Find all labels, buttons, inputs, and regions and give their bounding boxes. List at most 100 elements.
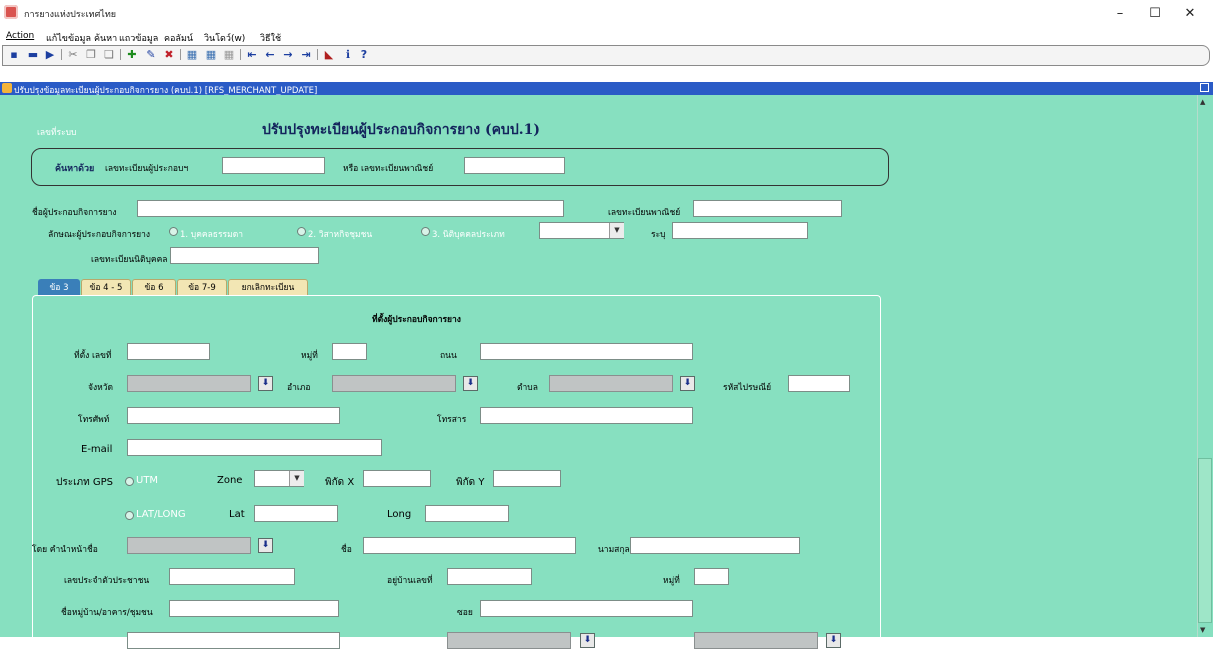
- chevron-down-icon[interactable]: ▼: [609, 223, 624, 238]
- province-input[interactable]: [127, 375, 251, 392]
- zone-label: Zone: [217, 475, 243, 486]
- paste-icon[interactable]: ❏: [102, 48, 116, 61]
- operator-type-community-radio[interactable]: [297, 227, 306, 236]
- soi-input[interactable]: [480, 600, 693, 617]
- menu-edit[interactable]: แก้ไข: [46, 31, 68, 45]
- query-cancel-icon[interactable]: ▦: [222, 48, 236, 61]
- prefix-lov-button[interactable]: ⬇: [258, 538, 273, 553]
- lat-input[interactable]: [254, 505, 338, 522]
- help-icon[interactable]: ?: [357, 48, 371, 61]
- exit-icon[interactable]: ▶: [43, 48, 57, 61]
- last-record-icon[interactable]: ⇥: [299, 48, 313, 61]
- province-lov-button[interactable]: ⬇: [258, 376, 273, 391]
- district-label: อำเภอ: [287, 383, 311, 393]
- district-input[interactable]: [332, 375, 456, 392]
- menu-column[interactable]: คอลัมน์: [164, 31, 193, 45]
- query-execute-icon[interactable]: ▦: [204, 48, 218, 61]
- gps-latlong-radio[interactable]: [125, 511, 134, 520]
- save-icon[interactable]: ▪: [7, 48, 21, 61]
- prefix-input[interactable]: [127, 537, 251, 554]
- window-title: การยางแห่งประเทศไทย: [24, 10, 117, 20]
- operator-type-individual-radio[interactable]: [169, 227, 178, 236]
- specify-input[interactable]: [672, 222, 808, 239]
- menu-window[interactable]: วินโดว์(w): [204, 31, 245, 45]
- email-input[interactable]: [127, 439, 382, 456]
- search-by-label: ค้นหาด้วย: [55, 164, 95, 174]
- insert-record-icon[interactable]: ✚: [125, 48, 139, 61]
- menu-search[interactable]: ค้นหา: [94, 31, 117, 45]
- first-record-icon[interactable]: ⇤: [245, 48, 259, 61]
- id-card-input[interactable]: [169, 568, 295, 585]
- form-window-icon: [2, 83, 12, 93]
- commerce-no-search-label: หรือ เลขทะเบียนพาณิชย์: [343, 164, 434, 174]
- village-input[interactable]: [169, 600, 339, 617]
- info-icon[interactable]: ℹ: [341, 48, 355, 61]
- copy-icon[interactable]: ❐: [84, 48, 98, 61]
- phone-label: โทรศัพท์: [78, 415, 110, 425]
- y-coord-label: พิกัด Y: [456, 477, 485, 488]
- subdistrict-lov-button[interactable]: ⬇: [680, 376, 695, 391]
- print-icon[interactable]: ▬: [26, 48, 40, 61]
- province2-lov-button[interactable]: ⬇: [580, 633, 595, 648]
- menu-record[interactable]: แถวข้อมูล: [119, 31, 158, 45]
- menu-action[interactable]: Action: [6, 31, 34, 41]
- toolbar-separator: [120, 49, 121, 60]
- query-enter-icon[interactable]: ▦: [185, 48, 199, 61]
- operator-type-juristic-radio[interactable]: [421, 227, 430, 236]
- commerce-no-search-input[interactable]: [464, 157, 565, 174]
- long-label: Long: [387, 509, 412, 520]
- first-name-input[interactable]: [363, 537, 576, 554]
- x-coord-label: พิกัด X: [325, 477, 355, 488]
- moo2-input[interactable]: [694, 568, 729, 585]
- commerce-reg-input[interactable]: [693, 200, 842, 217]
- fax-input[interactable]: [480, 407, 693, 424]
- subdistrict-input[interactable]: [549, 375, 673, 392]
- tab-cancel-registration[interactable]: ยกเลิกทะเบียน: [228, 279, 308, 295]
- postcode-input[interactable]: [788, 375, 850, 392]
- reg-no-search-input[interactable]: [222, 157, 325, 174]
- gps-utm-label: UTM: [136, 475, 159, 486]
- phone-input[interactable]: [127, 407, 340, 424]
- district2-input[interactable]: [694, 632, 818, 649]
- operator-name-input[interactable]: [137, 200, 564, 217]
- chevron-down-icon[interactable]: ▼: [289, 471, 304, 486]
- tab-item-4-5[interactable]: ข้อ 4 - 5: [81, 279, 131, 295]
- prefix-label: โดย คำนำหน้าชื่อ: [32, 545, 98, 555]
- page-title: ปรับปรุงทะเบียนผู้ประกอบกิจการยาง (คบป.1…: [262, 122, 540, 138]
- tab-item-6[interactable]: ข้อ 6: [132, 279, 176, 295]
- province2-input[interactable]: [447, 632, 571, 649]
- gps-utm-radio[interactable]: [125, 477, 134, 486]
- road-label: ถนน: [440, 351, 457, 361]
- edit-icon[interactable]: ✎: [144, 48, 158, 61]
- address-no-input[interactable]: [127, 343, 210, 360]
- long-input[interactable]: [425, 505, 509, 522]
- next-record-icon[interactable]: →: [281, 48, 295, 61]
- lat-label: Lat: [229, 509, 245, 520]
- road2-input[interactable]: [127, 632, 340, 649]
- x-coord-input[interactable]: [363, 470, 431, 487]
- window-title-bar: [0, 0, 1213, 26]
- house-no-input[interactable]: [447, 568, 532, 585]
- district-lov-button[interactable]: ⬇: [463, 376, 478, 391]
- tab-item-7-9[interactable]: ข้อ 7-9: [177, 279, 227, 295]
- close-button[interactable]: ✕: [1167, 0, 1213, 26]
- y-coord-input[interactable]: [493, 470, 561, 487]
- menu-help[interactable]: วิธีใช้: [260, 31, 281, 45]
- cut-icon[interactable]: ✂: [66, 48, 80, 61]
- last-name-input[interactable]: [630, 537, 800, 554]
- menu-data[interactable]: ข้อมูล: [68, 31, 91, 45]
- delete-record-icon[interactable]: ✖: [162, 48, 176, 61]
- moo-input[interactable]: [332, 343, 367, 360]
- tab-item-3[interactable]: ข้อ 3: [38, 279, 80, 296]
- road-input[interactable]: [480, 343, 693, 360]
- scroll-down-icon[interactable]: ▼: [1200, 626, 1205, 634]
- scroll-up-icon[interactable]: ▲: [1200, 98, 1205, 106]
- operator-type-community-label: 2. วิสาหกิจชุมชน: [308, 230, 373, 240]
- district2-lov-button[interactable]: ⬇: [826, 633, 841, 648]
- previous-record-icon[interactable]: ←: [263, 48, 277, 61]
- restore-window-icon[interactable]: [1200, 83, 1209, 92]
- chart-icon[interactable]: ◣: [322, 48, 336, 61]
- postcode-label: รหัสไปรษณีย์: [723, 383, 772, 393]
- scrollbar-thumb[interactable]: [1198, 458, 1212, 623]
- juristic-reg-input[interactable]: [170, 247, 319, 264]
